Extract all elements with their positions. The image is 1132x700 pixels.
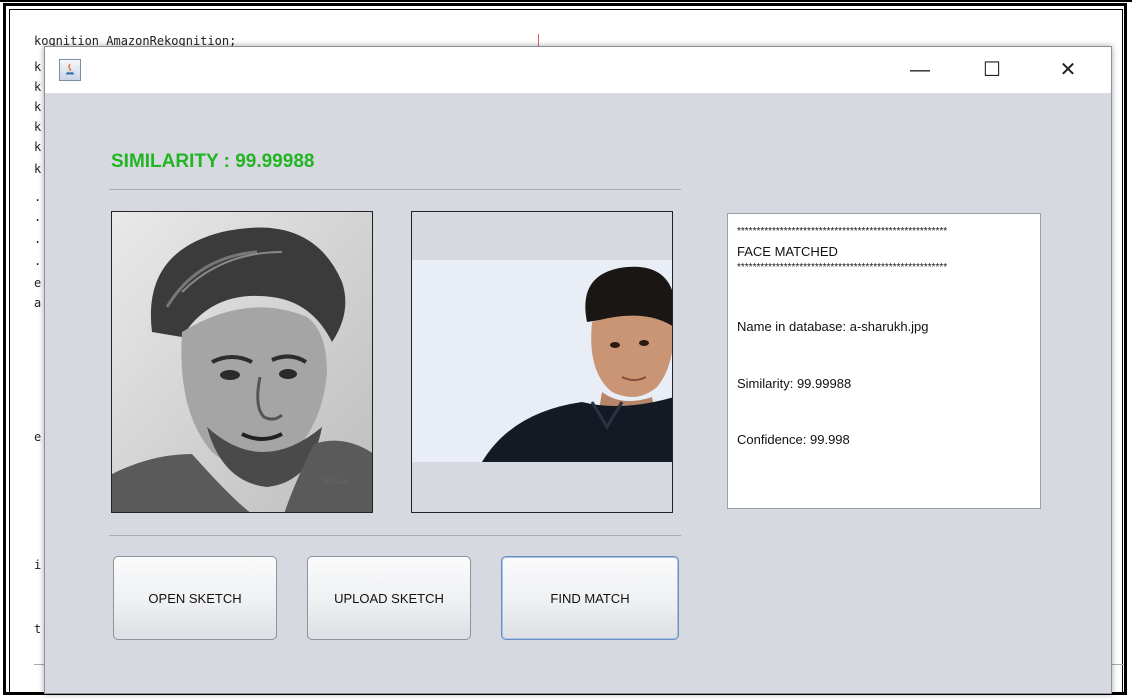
background-code-char: k [34, 162, 42, 176]
matched-photo-portrait-icon [412, 212, 672, 512]
result-similarity-line: Similarity: 99.99988 [737, 376, 852, 391]
upload-sketch-button[interactable]: UPLOAD SKETCH [307, 556, 471, 640]
maximize-button[interactable]: ☐ [977, 57, 1007, 83]
result-status: FACE MATCHED [737, 244, 838, 259]
background-code-char: k [34, 140, 42, 154]
background-code-char: i [34, 558, 42, 572]
result-confidence-line: Confidence: 99.998 [737, 432, 850, 447]
result-name-line: Name in database: a-sharukh.jpg [737, 319, 929, 334]
result-stars-bottom: ****************************************… [737, 262, 948, 273]
background-code-char: . [34, 254, 42, 268]
close-button[interactable]: ✕ [1053, 57, 1083, 83]
minimize-button[interactable]: — [905, 57, 935, 83]
java-app-icon [59, 59, 81, 81]
window-titlebar[interactable]: — ☐ ✕ [45, 47, 1111, 93]
similarity-heading: SIMILARITY : 99.99988 [111, 151, 315, 172]
pencil-sketch-portrait-icon: Vikas [112, 212, 372, 512]
match-result-panel: ****************************************… [727, 213, 1041, 509]
result-stars-top: ****************************************… [737, 226, 948, 237]
background-code-char: . [34, 210, 42, 224]
find-match-button[interactable]: FIND MATCH [501, 556, 679, 640]
background-code-char: a [34, 296, 42, 310]
sketch-image-panel: Vikas [111, 211, 373, 513]
background-code-char: e [34, 276, 42, 290]
background-code-char: k [34, 120, 42, 134]
background-code-char: . [34, 232, 42, 246]
background-code-char: k [34, 60, 42, 74]
app-window: — ☐ ✕ SIMILARITY : 99.99988 Vikas ******… [44, 46, 1112, 694]
divider-top [109, 189, 681, 190]
matched-photo-panel [411, 211, 673, 513]
background-code-char: k [34, 100, 42, 114]
editor-margin-line [538, 34, 539, 46]
background-code-char: . [34, 190, 42, 204]
background-code-char: k [34, 80, 42, 94]
page-top-rule [0, 0, 1132, 2]
background-code-char: e [34, 430, 42, 444]
artist-signature: Vikas [324, 477, 349, 487]
open-sketch-button[interactable]: OPEN SKETCH [113, 556, 277, 640]
background-code-char: t [34, 622, 42, 636]
divider-bottom [109, 535, 681, 536]
